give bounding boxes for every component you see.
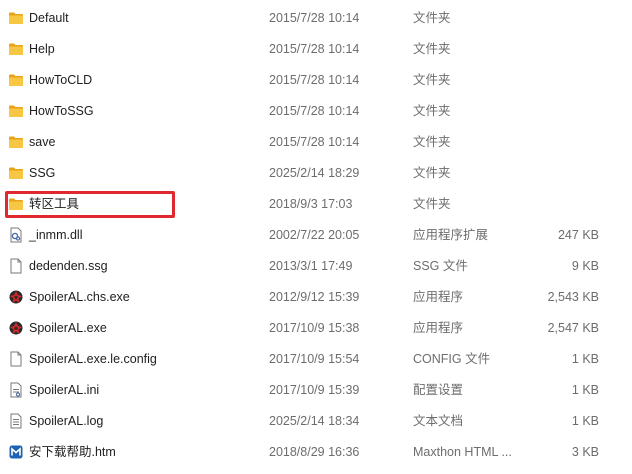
file-row[interactable]: SSG 2025/2/14 18:29 文件夹 (0, 158, 632, 189)
folder-icon (8, 165, 24, 181)
file-name: SpoilerAL.chs.exe (29, 290, 130, 304)
file-name: Default (29, 11, 69, 25)
file-row[interactable]: SpoilerAL.chs.exe 2012/9/12 15:39 应用程序 2,54… (0, 282, 632, 313)
file-modified-date: 2017/10/9 15:54 (269, 352, 360, 366)
file-row[interactable]: save 2015/7/28 10:14 文件夹 (0, 127, 632, 158)
file-size: 3 KB (571, 445, 599, 459)
file-row[interactable]: _inmm.dll 2002/7/22 20:05 应用程序扩展 247 KB (0, 220, 632, 251)
file-row[interactable]: HowToCLD 2015/7/28 10:14 文件夹 (0, 65, 632, 96)
file-row[interactable]: dedenden.ssg 2013/3/1 17:49 SSG 文件 9 KB (0, 251, 632, 282)
file-type: 应用程序 (413, 290, 464, 304)
file-type: 文件夹 (413, 104, 451, 118)
file-type: 应用程序 (413, 321, 464, 335)
file-type: 配置设置 (413, 383, 464, 397)
file-modified-date: 2015/7/28 10:14 (269, 73, 360, 87)
file-type: 文本文档 (413, 414, 464, 428)
text-file-icon (8, 413, 24, 429)
file-modified-date: 2002/7/22 20:05 (269, 228, 360, 242)
file-name: save (29, 135, 56, 149)
file-row[interactable]: HowToSSG 2015/7/28 10:14 文件夹 (0, 96, 632, 127)
file-type: SSG 文件 (413, 259, 468, 273)
file-name: HowToCLD (29, 73, 93, 87)
file-size: 2,543 KB (547, 290, 599, 304)
file-modified-date: 2025/2/14 18:29 (269, 166, 360, 180)
file-modified-date: 2018/8/29 16:36 (269, 445, 360, 459)
file-modified-date: 2013/3/1 17:49 (269, 259, 353, 273)
file-row[interactable]: 安下载帮助.htm 2018/8/29 16:36 Maxthon HTML ...… (0, 437, 632, 468)
ini-file-icon (8, 382, 24, 398)
file-row[interactable]: SpoilerAL.ini 2017/10/9 15:39 配置设置 1 KB (0, 375, 632, 406)
file-size: 2,547 KB (547, 321, 599, 335)
file-modified-date: 2018/9/3 17:03 (269, 197, 353, 211)
file-row[interactable]: Default 2015/7/28 10:14 文件夹 (0, 3, 632, 34)
file-name: dedenden.ssg (29, 259, 108, 273)
file-name: _inmm.dll (29, 228, 83, 242)
file-row[interactable]: 转区工具 2018/9/3 17:03 文件夹 (0, 189, 632, 220)
file-name: SSG (29, 166, 56, 180)
folder-icon (8, 103, 24, 119)
file-row[interactable]: SpoilerAL.log 2025/2/14 18:34 文本文档 1 KB (0, 406, 632, 437)
file-name: SpoilerAL.ini (29, 383, 100, 397)
file-name: Help (29, 42, 55, 56)
file-list: Default 2015/7/28 10:14 文件夹 Help 2015/7/28 1… (0, 0, 632, 474)
file-type: 文件夹 (413, 11, 451, 25)
file-modified-date: 2015/7/28 10:14 (269, 11, 360, 25)
file-size: 247 KB (557, 228, 599, 242)
file-row[interactable]: Help 2015/7/28 10:14 文件夹 (0, 34, 632, 65)
folder-icon (8, 10, 24, 26)
folder-icon (8, 196, 24, 212)
file-name: 转区工具 (29, 197, 80, 211)
dll-file-icon (8, 227, 24, 243)
blank-file-icon (8, 258, 24, 274)
file-size: 1 KB (571, 383, 599, 397)
file-row[interactable]: SpoilerAL.exe 2017/10/9 15:38 应用程序 2,547 KB (0, 313, 632, 344)
file-modified-date: 2015/7/28 10:14 (269, 104, 360, 118)
file-row[interactable]: SpoilerAL.exe.le.config 2017/10/9 15:54 CO… (0, 344, 632, 375)
file-type: 文件夹 (413, 166, 451, 180)
file-modified-date: 2015/7/28 10:14 (269, 135, 360, 149)
file-size: 1 KB (571, 414, 599, 428)
file-type: 文件夹 (413, 73, 451, 87)
file-modified-date: 2017/10/9 15:39 (269, 383, 360, 397)
file-name: 安下载帮助.htm (29, 445, 116, 459)
app-exe-icon (8, 320, 24, 336)
file-type: 文件夹 (413, 135, 451, 149)
folder-icon (8, 41, 24, 57)
file-modified-date: 2017/10/9 15:38 (269, 321, 360, 335)
maxthon-html-icon (8, 444, 24, 460)
app-exe-icon (8, 289, 24, 305)
file-size: 1 KB (571, 352, 599, 366)
file-modified-date: 2025/2/14 18:34 (269, 414, 360, 428)
file-modified-date: 2015/7/28 10:14 (269, 42, 360, 56)
file-name: HowToSSG (29, 104, 94, 118)
folder-icon (8, 134, 24, 150)
file-type: 文件夹 (413, 197, 451, 211)
file-size: 9 KB (571, 259, 599, 273)
file-type: 应用程序扩展 (413, 228, 489, 242)
file-type: 文件夹 (413, 42, 451, 56)
file-type: CONFIG 文件 (413, 352, 491, 366)
blank-file-icon (8, 351, 24, 367)
file-name: SpoilerAL.exe.le.config (29, 352, 157, 366)
file-modified-date: 2012/9/12 15:39 (269, 290, 360, 304)
file-type: Maxthon HTML ... (413, 445, 512, 459)
file-name: SpoilerAL.log (29, 414, 104, 428)
file-name: SpoilerAL.exe (29, 321, 107, 335)
folder-icon (8, 72, 24, 88)
